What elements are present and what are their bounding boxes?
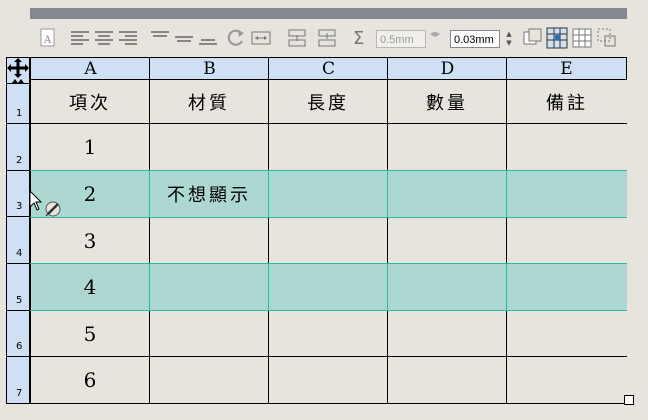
table-cell[interactable]: 5 <box>30 311 149 356</box>
table-cell[interactable]: 數量 <box>387 80 506 123</box>
panel-title-bar[interactable] <box>30 8 627 19</box>
row-header-1[interactable]: 1 <box>6 84 30 124</box>
table-cell[interactable] <box>506 171 627 217</box>
table-cell[interactable] <box>268 124 387 170</box>
column-header-e[interactable]: E <box>506 57 627 80</box>
svg-text:Σ: Σ <box>353 28 364 48</box>
rotate-text-icon[interactable] <box>226 27 246 49</box>
column-header-d[interactable]: D <box>387 57 507 80</box>
frame-fit-icon[interactable] <box>596 27 618 49</box>
insert-row-above-icon[interactable] <box>286 27 308 49</box>
row-header-5[interactable]: 5 <box>6 264 30 311</box>
align-center-icon[interactable] <box>94 27 114 49</box>
table-cell[interactable] <box>506 264 627 310</box>
table-row-selected: 4 <box>30 263 627 311</box>
table-row: 1 <box>30 124 627 171</box>
cell-inset-stepper[interactable]: ▲ ▼ <box>502 30 516 48</box>
table-cell[interactable] <box>506 357 627 403</box>
fit-cell-icon[interactable] <box>250 27 272 49</box>
stroke-weight-field[interactable]: 0.5mm <box>376 30 426 48</box>
stroke-weight-stepper[interactable]: ◀▶ <box>428 30 442 48</box>
table-cell[interactable] <box>387 311 506 356</box>
table-cell[interactable] <box>268 357 387 403</box>
align-bottom-icon[interactable] <box>198 27 218 49</box>
table-cell[interactable]: 材質 <box>149 80 268 123</box>
table-toolbar: A Σ 0.5mm ◀▶ 0.03mm ▲ ▼ <box>30 19 627 58</box>
move-handle-icon[interactable] <box>7 58 29 83</box>
table-cell[interactable] <box>149 218 268 263</box>
table-cell[interactable]: 長度 <box>268 80 387 123</box>
row-number: 1 <box>16 108 23 119</box>
table-cell[interactable] <box>149 357 268 403</box>
align-right-icon[interactable] <box>118 27 138 49</box>
table-cell[interactable]: 備註 <box>506 80 627 123</box>
table-cell[interactable] <box>149 264 268 310</box>
table-cell[interactable] <box>149 311 268 356</box>
table-cell[interactable]: 6 <box>30 357 149 403</box>
cell-inset-field[interactable]: 0.03mm <box>450 30 500 48</box>
cell-styles-icon[interactable] <box>522 27 544 49</box>
text-frame-icon[interactable]: A <box>38 27 58 49</box>
row-header-3[interactable]: 3 <box>6 171 30 217</box>
table-fill-icon[interactable] <box>546 27 568 49</box>
row-number: 7 <box>16 388 23 399</box>
table-resize-handle[interactable] <box>624 395 634 405</box>
row-number: 6 <box>16 341 23 352</box>
row-header-6[interactable]: 6 <box>6 311 30 357</box>
column-header-b[interactable]: B <box>149 57 269 80</box>
row-number: 2 <box>16 155 23 166</box>
table-row: 3 <box>30 218 627 264</box>
align-top-icon[interactable] <box>150 27 170 49</box>
table-row-selected: 2 不想顯示 <box>30 170 627 218</box>
row-number: 3 <box>16 201 23 212</box>
table-cell[interactable] <box>268 264 387 310</box>
row-header-7[interactable]: 7 <box>6 357 30 404</box>
table-cell[interactable] <box>387 124 506 170</box>
eyedropper-cursor-icon <box>29 189 63 222</box>
svg-text:A: A <box>43 35 52 46</box>
row-header-2[interactable]: 2 <box>6 124 30 171</box>
sum-icon[interactable]: Σ <box>350 27 370 49</box>
table-cell[interactable] <box>268 171 387 217</box>
insert-row-below-icon[interactable] <box>316 27 338 49</box>
row-header-4[interactable]: 4 <box>6 217 30 264</box>
column-header-c[interactable]: C <box>268 57 388 80</box>
table-cell[interactable]: 4 <box>30 264 149 310</box>
table-select-corner[interactable] <box>6 57 30 84</box>
table-cell[interactable]: 項次 <box>30 80 149 123</box>
table-row: 5 <box>30 311 627 357</box>
table-cell[interactable]: 1 <box>30 124 149 170</box>
table-row: 項次 材質 長度 數量 備註 <box>30 80 627 124</box>
align-left-icon[interactable] <box>70 27 90 49</box>
row-number: 5 <box>16 295 23 306</box>
table-cell[interactable] <box>506 311 627 356</box>
table-cell[interactable] <box>387 264 506 310</box>
align-middle-icon[interactable] <box>174 27 194 49</box>
table-cell[interactable] <box>506 124 627 170</box>
table-cell[interactable] <box>387 171 506 217</box>
table-cell[interactable]: 3 <box>30 218 149 263</box>
table-cell[interactable]: 不想顯示 <box>149 171 268 217</box>
column-header-a[interactable]: A <box>30 57 150 80</box>
table-cell[interactable] <box>268 218 387 263</box>
table-row: 6 <box>30 357 627 404</box>
table-cell[interactable] <box>268 311 387 356</box>
table-cell[interactable] <box>387 357 506 403</box>
table-grid-icon[interactable] <box>571 27 593 49</box>
table-cell[interactable] <box>149 124 268 170</box>
row-number: 4 <box>16 248 23 259</box>
table-cell[interactable] <box>506 218 627 263</box>
table-cell[interactable] <box>387 218 506 263</box>
